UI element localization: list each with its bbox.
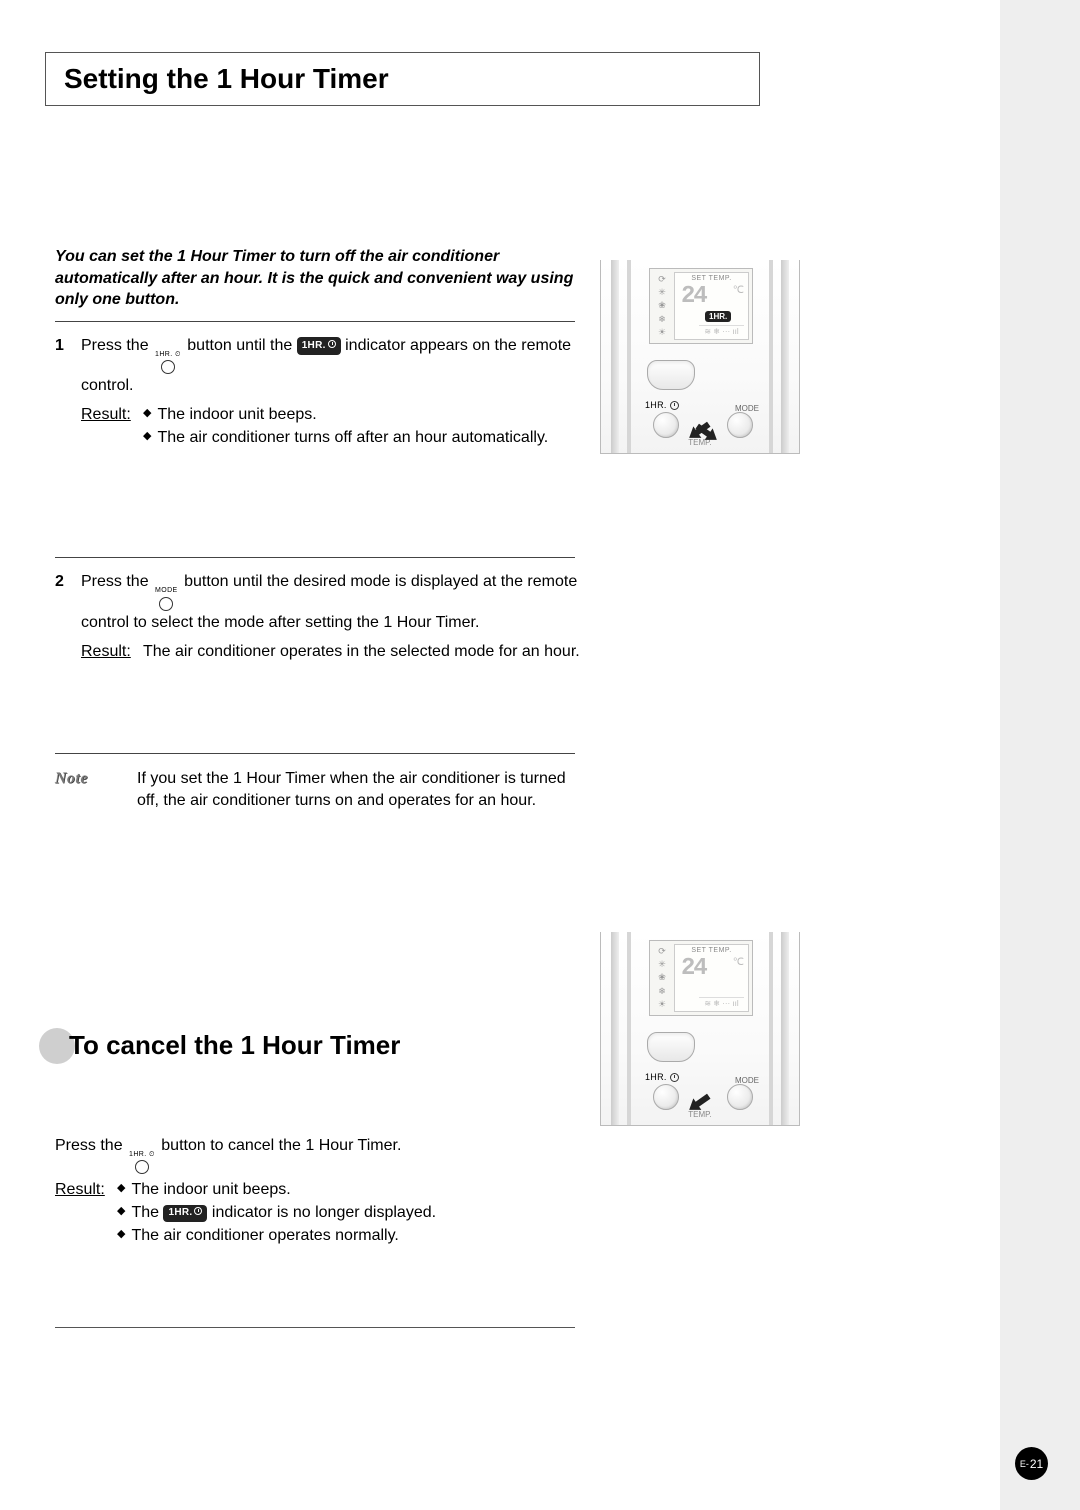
1hr-button (653, 1084, 679, 1110)
divider (55, 1327, 575, 1328)
1hr-indicator-pill: 1HR. (297, 337, 341, 355)
step1-text-b: button until the (187, 337, 296, 354)
bullet-text: The air conditioner operates normally. (131, 1224, 398, 1247)
bullet: The 1HR. indicator is no longer displaye… (117, 1201, 585, 1224)
result-text: The air conditioner operates in the sele… (143, 640, 585, 663)
set-temp-label: SET TEMP. (675, 275, 748, 282)
bullet-text: The air conditioner turns off after an h… (157, 426, 548, 449)
cool-icon: ✳ (654, 287, 670, 298)
step-1: 1 Press the 1HR. ⏲ button until the 1HR.… (55, 334, 585, 450)
cancel-text-a: Press the (55, 1137, 127, 1154)
1hr-button-icon: 1HR. ⏲ (129, 1150, 155, 1174)
1hr-button (653, 412, 679, 438)
step-number: 1 (55, 334, 81, 450)
bullet-text: The indoor unit beeps. (131, 1178, 290, 1201)
pill-text: 1HR. (709, 312, 727, 321)
mode-icons-column: ⟳ ✳ ❀ ❄ ☀ (654, 945, 670, 1011)
cancel-block: Press the 1HR. ⏲ button to cancel the 1 … (55, 1134, 585, 1248)
bullet: The air conditioner turns off after an h… (143, 426, 585, 449)
temp-button-label: TEMP. (641, 438, 759, 447)
clock-icon (670, 1073, 679, 1082)
sub-section-title: To cancel the 1 Hour Timer (39, 1028, 1035, 1064)
result-label: Result: (81, 403, 143, 449)
bullet-text-b: indicator is no longer displayed. (212, 1204, 436, 1221)
1hr-button-label: 1HR. (645, 400, 679, 410)
lcd-1hr-indicator: 1HR. (705, 311, 731, 322)
subtitle-rest: cancel the 1 Hour Timer (99, 1030, 401, 1060)
temperature-unit: ℃ (733, 285, 744, 296)
section-title-box: Setting the 1 Hour Timer (45, 52, 760, 106)
step2-text-a: Press the (81, 573, 153, 590)
mode-icons-column: ⟳ ✳ ❀ ❄ ☀ (654, 273, 670, 339)
result-label: Result: (81, 640, 143, 663)
remote-lcd: ⟳ ✳ ❀ ❄ ☀ SET TEMP. 24 ℃ ≋ ❄ ··· ııl (649, 940, 753, 1016)
fan-icon: ❄ (654, 986, 670, 997)
set-temp-label: SET TEMP. (675, 947, 748, 954)
airflow-icons: ≋ ❄ ··· ııl (699, 997, 744, 1009)
cancel-text-b: button to cancel the 1 Hour Timer. (161, 1137, 401, 1154)
note-row: Note If you set the 1 Hour Timer when th… (55, 768, 575, 813)
1hr-button-label: 1HR. (645, 1072, 679, 1082)
power-button (647, 1032, 695, 1062)
auto-icon: ⟳ (654, 946, 670, 957)
subtitle-prefix: To (69, 1030, 99, 1060)
hr-label-text: 1HR. (645, 400, 667, 410)
remote-lcd: ⟳ ✳ ❀ ❄ ☀ SET TEMP. 24 ℃ 1HR. ≋ ❄ ··· ıı… (649, 268, 753, 344)
icon-label: 1HR. (155, 351, 173, 358)
temperature-digits: 24 (681, 283, 706, 310)
step-number: 2 (55, 570, 81, 663)
mode-button (727, 1084, 753, 1110)
bullet: The air conditioner operates normally. (117, 1224, 585, 1247)
step1-text-a: Press the (81, 337, 153, 354)
page-title: Setting the 1 Hour Timer (64, 63, 743, 95)
mode-button (727, 412, 753, 438)
bullet: The indoor unit beeps. (143, 403, 585, 426)
1hr-indicator-pill: 1HR. (163, 1205, 207, 1223)
step-2: 2 Press the MODE button until the desire… (55, 570, 585, 663)
dry-icon: ❀ (654, 972, 670, 983)
intro-paragraph: You can set the 1 Hour Timer to turn off… (55, 246, 585, 311)
divider (55, 753, 575, 754)
airflow-icons: ≋ ❄ ··· ııl (699, 325, 744, 337)
pill-text: 1HR. (168, 1207, 192, 1218)
page-prefix: E- (1020, 1459, 1029, 1469)
dry-icon: ❀ (654, 300, 670, 311)
fan-icon: ❄ (654, 314, 670, 325)
power-button (647, 360, 695, 390)
heat-icon: ☀ (654, 999, 670, 1010)
1hr-button-icon: 1HR. ⏲ (155, 350, 181, 374)
clock-icon (670, 401, 679, 410)
bullet-text: The indoor unit beeps. (157, 403, 316, 426)
result-label: Result: (55, 1178, 117, 1248)
bullet-text-a: The (131, 1204, 163, 1221)
cool-icon: ✳ (654, 959, 670, 970)
page-num-value: 21 (1030, 1457, 1043, 1471)
note-text: If you set the 1 Hour Timer when the air… (137, 768, 575, 813)
result-text-content: The air conditioner operates in the sele… (143, 640, 580, 663)
note-label: Note (55, 768, 137, 813)
bullet: The indoor unit beeps. (117, 1178, 585, 1201)
auto-icon: ⟳ (654, 274, 670, 285)
divider (55, 321, 575, 322)
temp-button-label: TEMP. (641, 1110, 759, 1119)
hr-label-text: 1HR. (645, 1072, 667, 1082)
pill-text: 1HR. (302, 340, 326, 351)
divider (55, 557, 575, 558)
page-number-badge: E-21 (1015, 1447, 1048, 1480)
icon-label: 1HR. (129, 1151, 147, 1158)
temperature-digits: 24 (681, 955, 706, 982)
mode-button-icon: MODE (155, 586, 178, 610)
temperature-unit: ℃ (733, 957, 744, 968)
icon-label: MODE (155, 586, 178, 596)
heat-icon: ☀ (654, 327, 670, 338)
remote-illustration-set-timer: ⟳ ✳ ❀ ❄ ☀ SET TEMP. 24 ℃ 1HR. ≋ ❄ ··· ıı… (600, 260, 800, 454)
remote-illustration-cancel-timer: ⟳ ✳ ❀ ❄ ☀ SET TEMP. 24 ℃ ≋ ❄ ··· ııl 1HR… (600, 932, 800, 1126)
